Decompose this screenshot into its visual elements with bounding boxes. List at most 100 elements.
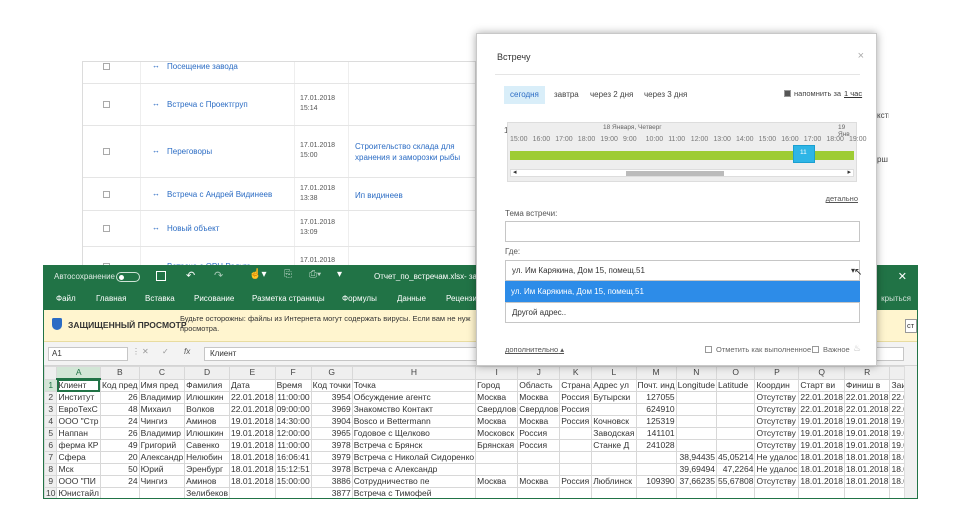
row-header[interactable]: 8 <box>44 463 58 476</box>
tab-today[interactable]: сегодня <box>504 86 545 104</box>
cell[interactable]: Станке Д <box>591 439 637 452</box>
cell[interactable]: 18.01.2018 <box>229 451 276 464</box>
cell[interactable]: Заводская <box>591 427 637 440</box>
cell[interactable]: 125319 <box>635 415 677 428</box>
row-header[interactable]: 5 <box>44 427 58 440</box>
cell[interactable] <box>99 487 140 498</box>
cell[interactable]: Юрий <box>138 463 186 476</box>
quick-access-icon-1[interactable]: ⎘ <box>284 269 292 280</box>
cell[interactable]: Москва <box>475 475 519 488</box>
cell[interactable]: 3978 <box>310 463 353 476</box>
cell[interactable] <box>591 403 637 416</box>
quick-access-icon-2[interactable]: ⎙▾ <box>309 269 321 280</box>
cell[interactable]: Илюшкин <box>184 391 231 404</box>
cell[interactable]: 48 <box>99 403 140 416</box>
cell[interactable]: 19.01.2018 <box>843 415 891 428</box>
cell[interactable] <box>559 487 593 498</box>
cell[interactable] <box>798 487 845 498</box>
row-checkbox[interactable] <box>103 63 110 70</box>
cell[interactable]: 38,94435 <box>675 451 718 464</box>
cell[interactable]: Отсутству <box>754 403 800 416</box>
cell[interactable]: Волков <box>184 403 231 416</box>
cell[interactable]: Код точки <box>310 378 353 392</box>
cell[interactable]: 18.01.2018 <box>843 475 891 488</box>
cell[interactable]: Бутырски <box>591 391 637 404</box>
cell[interactable]: Эренбург <box>184 463 231 476</box>
cell[interactable]: Кочновск <box>591 415 637 428</box>
cell[interactable]: Россия <box>559 475 593 488</box>
cell[interactable]: Юнистайл <box>56 487 101 498</box>
save-icon[interactable] <box>156 271 166 281</box>
cell[interactable]: 19.01.2018 <box>843 427 891 440</box>
cell[interactable]: Годовое с Щелково <box>351 427 477 440</box>
cell[interactable]: Область <box>517 378 561 392</box>
row-header[interactable]: 10 <box>44 487 58 498</box>
cell[interactable]: 22.01.2018 <box>798 391 845 404</box>
cell[interactable]: Время <box>274 378 312 392</box>
cell[interactable]: 26 <box>99 391 140 404</box>
cell[interactable]: Код пред <box>99 378 140 392</box>
cell[interactable]: Почт. инд <box>635 378 677 392</box>
cell[interactable]: 39,69494 <box>675 463 718 476</box>
cell[interactable]: ферма КР <box>56 439 101 452</box>
cell[interactable]: 18.01.2018 <box>798 463 845 476</box>
enable-editing-button[interactable]: ст <box>905 319 917 333</box>
meeting-title-link[interactable]: Посещение завода <box>167 62 238 71</box>
crm-row[interactable]: ↔ Новый объект 17.01.2018 13:09 <box>83 211 475 247</box>
cell[interactable]: 19.01.2018 <box>229 415 276 428</box>
row-header[interactable]: 7 <box>44 451 58 464</box>
cell[interactable]: Обсуждение агентс <box>351 391 477 404</box>
tab-in-2-days[interactable]: через 2 дня <box>584 86 639 104</box>
cell[interactable]: Клиент <box>56 378 101 392</box>
cell[interactable]: Наппан <box>56 427 101 440</box>
cell[interactable] <box>475 451 519 464</box>
topic-input[interactable] <box>505 221 860 242</box>
cell[interactable]: Илюшкин <box>184 427 231 440</box>
column-header[interactable]: P <box>754 366 800 380</box>
tab-tomorrow[interactable]: завтра <box>548 86 585 104</box>
cell[interactable]: 12:00:00 <box>274 427 312 440</box>
cell[interactable]: 47,2264 <box>715 463 756 476</box>
column-header[interactable]: E <box>229 366 276 380</box>
ribbon-right-text[interactable]: крыться <box>881 294 911 303</box>
cell[interactable]: 19.01.2018 <box>229 439 276 452</box>
cell[interactable]: 15:00:00 <box>274 475 312 488</box>
cell[interactable]: Не удалос <box>754 451 800 464</box>
cell[interactable]: Longitude <box>675 378 718 392</box>
cell[interactable]: 3904 <box>310 415 353 428</box>
column-header[interactable]: N <box>675 366 718 380</box>
cell[interactable] <box>559 451 593 464</box>
cell[interactable]: 50 <box>99 463 140 476</box>
cell[interactable]: Москва <box>517 475 561 488</box>
cell[interactable]: Аминов <box>184 475 231 488</box>
cell[interactable]: 19.01.2018 <box>798 427 845 440</box>
cell[interactable]: Отсутству <box>754 415 800 428</box>
cell[interactable] <box>675 439 718 452</box>
cell[interactable]: 624910 <box>635 403 677 416</box>
cell[interactable]: Отсутству <box>754 475 800 488</box>
row-header[interactable]: 3 <box>44 403 58 416</box>
cell[interactable]: Знакомство Контакт <box>351 403 477 416</box>
cell[interactable]: 55,67808 <box>715 475 756 488</box>
cell[interactable] <box>517 451 561 464</box>
cell[interactable]: Нелюбин <box>184 451 231 464</box>
column-header[interactable]: F <box>274 366 312 380</box>
crm-row[interactable]: ↔ Встреча с Андрей Видинеев 17.01.2018 13:3… <box>83 178 475 211</box>
meeting-description-link[interactable]: Ип видинеев <box>355 190 465 201</box>
cell[interactable]: 24 <box>99 475 140 488</box>
cell[interactable] <box>274 487 312 498</box>
cell[interactable]: Россия <box>559 403 593 416</box>
cell[interactable]: 141101 <box>635 427 677 440</box>
cell[interactable]: Савенко <box>184 439 231 452</box>
column-header[interactable]: R <box>843 366 891 380</box>
cell[interactable]: Москва <box>517 391 561 404</box>
row-header[interactable]: 4 <box>44 415 58 428</box>
cell[interactable]: 18.01.2018 <box>798 451 845 464</box>
cell[interactable]: Адрес ул <box>591 378 637 392</box>
cell[interactable]: Россия <box>559 391 593 404</box>
cell[interactable]: 19.01.2018 <box>798 439 845 452</box>
timeline-selected-slot[interactable]: 11 <box>793 145 815 163</box>
scroll-left-icon[interactable]: ◂ <box>513 168 517 176</box>
cell[interactable]: 14:30:00 <box>274 415 312 428</box>
cell[interactable]: Город <box>475 378 519 392</box>
